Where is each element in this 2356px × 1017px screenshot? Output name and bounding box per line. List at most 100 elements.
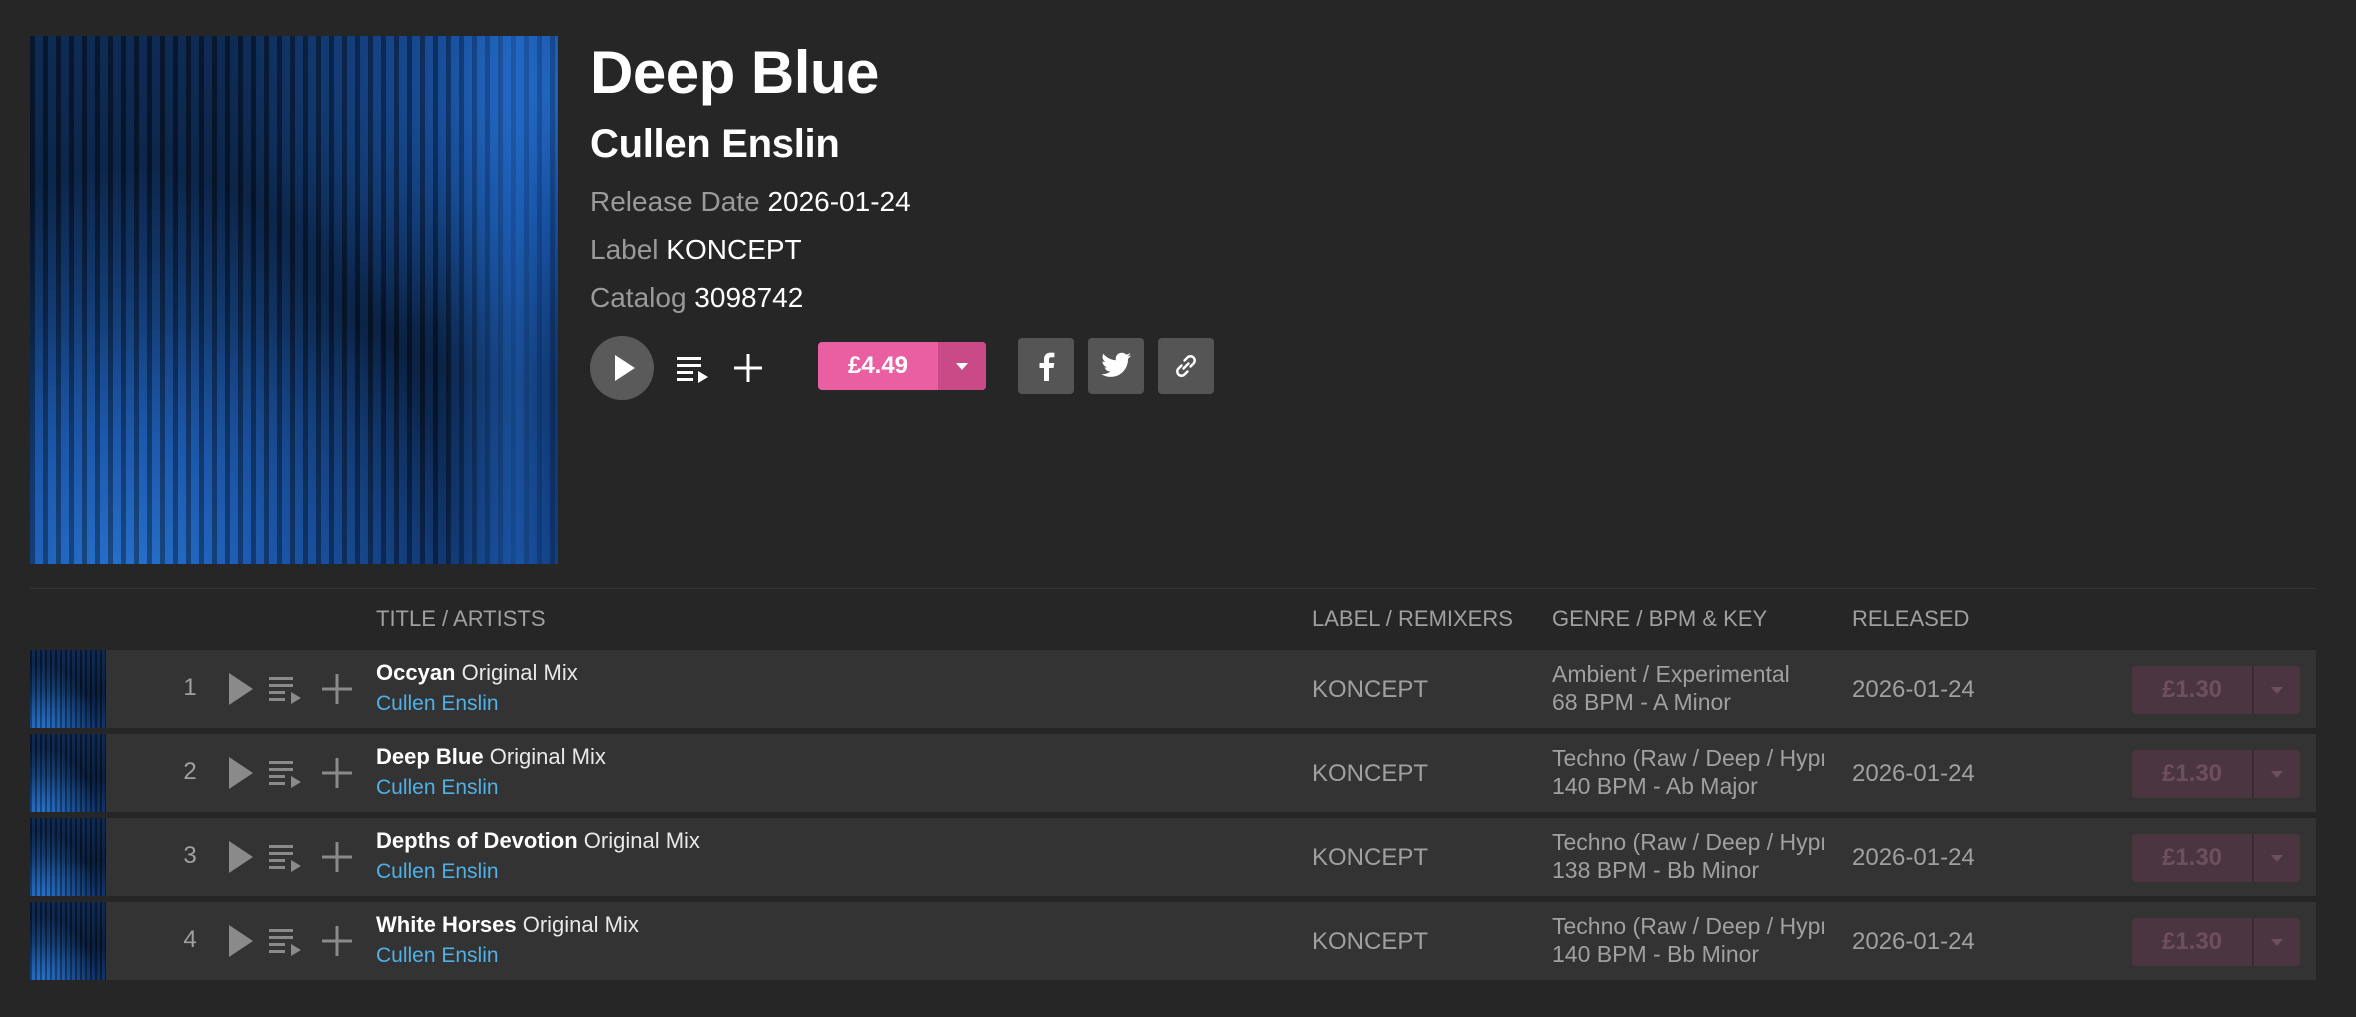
- track-genre-bpm-key: Ambient / Experimental 68 BPM - A Minor: [1552, 660, 1824, 716]
- add-to-queue-icon[interactable]: [268, 924, 304, 958]
- catalog-row: Catalog 3098742: [590, 282, 803, 314]
- chevron-down-icon[interactable]: [2252, 918, 2300, 966]
- share-facebook-button[interactable]: [1018, 338, 1074, 394]
- track-price: £1.30: [2161, 676, 2223, 703]
- add-to-queue-icon[interactable]: [268, 672, 304, 706]
- track-name: Occyan: [376, 660, 456, 685]
- copy-link-button[interactable]: [1158, 338, 1214, 394]
- twitter-icon: [1101, 352, 1131, 377]
- track-number: 1: [183, 674, 197, 701]
- section-divider: [30, 588, 2316, 589]
- add-to-queue-icon[interactable]: [676, 352, 710, 384]
- catalog-key: Catalog: [590, 282, 687, 313]
- label-key: Label: [590, 234, 659, 265]
- track-row[interactable]: 4 White Horses Original Mix Cullen Ensli…: [30, 902, 2316, 980]
- track-name: Deep Blue: [376, 744, 484, 769]
- track-price: £1.30: [2161, 760, 2223, 787]
- add-to-queue-icon[interactable]: [268, 756, 304, 790]
- chevron-down-icon[interactable]: [2252, 834, 2300, 882]
- track-label-link[interactable]: KONCEPT: [1312, 928, 1428, 956]
- buy-release-button[interactable]: £4.49: [818, 342, 986, 390]
- track-label-link[interactable]: KONCEPT: [1312, 760, 1428, 788]
- facebook-icon: [1039, 352, 1055, 381]
- track-released: 2026-01-24: [1852, 676, 1975, 703]
- buy-track-button[interactable]: £1.30: [2132, 834, 2300, 882]
- plus-icon[interactable]: [732, 352, 764, 384]
- buy-track-button[interactable]: £1.30: [2132, 666, 2300, 714]
- track-number: 3: [183, 842, 197, 869]
- track-number: 2: [183, 758, 197, 785]
- plus-icon[interactable]: [320, 840, 354, 874]
- track-number: 4: [183, 926, 197, 953]
- track-name: White Horses: [376, 912, 517, 937]
- track-genre-bpm-key: Techno (Raw / Deep / Hypnotic) 140 BPM -…: [1552, 912, 1824, 968]
- track-row[interactable]: 1 Occyan Original Mix Cullen Enslin KONC…: [30, 650, 2316, 728]
- chevron-down-icon[interactable]: [938, 342, 986, 390]
- track-mix: Original Mix: [583, 828, 700, 853]
- release-page: Deep Blue Cullen Enslin Release Date 202…: [0, 0, 2356, 1017]
- track-title[interactable]: Occyan Original Mix: [376, 660, 578, 686]
- track-genre-bpm-key: Techno (Raw / Deep / Hypnotic) 140 BPM -…: [1552, 744, 1824, 800]
- track-mix: Original Mix: [489, 744, 606, 769]
- plus-icon[interactable]: [320, 924, 354, 958]
- track-row[interactable]: 3 Depths of Devotion Original Mix Cullen…: [30, 818, 2316, 896]
- track-bpm-key: 140 BPM - Ab Major: [1552, 773, 1758, 799]
- track-artist-link[interactable]: Cullen Enslin: [376, 860, 499, 884]
- play-icon[interactable]: [222, 924, 254, 958]
- track-mix: Original Mix: [461, 660, 578, 685]
- track-title[interactable]: White Horses Original Mix: [376, 912, 639, 938]
- share-twitter-button[interactable]: [1088, 338, 1144, 394]
- track-mix: Original Mix: [522, 912, 639, 937]
- add-to-queue-icon[interactable]: [268, 840, 304, 874]
- track-genre-link[interactable]: Techno (Raw / Deep / Hypnotic): [1552, 744, 1824, 772]
- track-title[interactable]: Deep Blue Original Mix: [376, 744, 606, 770]
- track-row[interactable]: 2 Deep Blue Original Mix Cullen Enslin K…: [30, 734, 2316, 812]
- track-thumbnail[interactable]: [30, 734, 106, 812]
- track-genre-link[interactable]: Ambient / Experimental: [1552, 660, 1824, 688]
- track-table-header: TITLE / ARTISTS LABEL / REMIXERS GENRE /…: [0, 606, 2356, 636]
- track-bpm-key: 138 BPM - Bb Minor: [1552, 857, 1760, 883]
- track-artist-link[interactable]: Cullen Enslin: [376, 944, 499, 968]
- header-genre-bpm-key: GENRE / BPM & KEY: [1552, 606, 1768, 631]
- track-bpm-key: 140 BPM - Bb Minor: [1552, 941, 1760, 967]
- catalog-value: 3098742: [694, 282, 804, 313]
- track-bpm-key: 68 BPM - A Minor: [1552, 689, 1731, 715]
- link-icon: [1176, 355, 1196, 377]
- track-label-link[interactable]: KONCEPT: [1312, 676, 1428, 704]
- label-row: Label KONCEPT: [590, 234, 802, 266]
- play-icon[interactable]: [222, 672, 254, 706]
- track-artist-link[interactable]: Cullen Enslin: [376, 692, 499, 716]
- release-title: Deep Blue: [590, 39, 879, 106]
- release-date-key: Release Date: [590, 186, 760, 217]
- release-artist-link[interactable]: Cullen Enslin: [590, 122, 840, 167]
- track-released: 2026-01-24: [1852, 760, 1975, 787]
- play-icon[interactable]: [222, 756, 254, 790]
- plus-icon[interactable]: [320, 756, 354, 790]
- track-released: 2026-01-24: [1852, 844, 1975, 871]
- header-title-artists: TITLE / ARTISTS: [376, 606, 546, 631]
- track-genre-link[interactable]: Techno (Raw / Deep / Hypnotic): [1552, 912, 1824, 940]
- track-genre-link[interactable]: Techno (Raw / Deep / Hypnotic): [1552, 828, 1824, 856]
- track-label-link[interactable]: KONCEPT: [1312, 844, 1428, 872]
- track-thumbnail[interactable]: [30, 650, 106, 728]
- play-release-button[interactable]: [590, 336, 654, 400]
- release-cover-art: [30, 36, 558, 564]
- track-thumbnail[interactable]: [30, 818, 106, 896]
- track-genre-bpm-key: Techno (Raw / Deep / Hypnotic) 138 BPM -…: [1552, 828, 1824, 884]
- track-released: 2026-01-24: [1852, 928, 1975, 955]
- release-date-value: 2026-01-24: [767, 186, 911, 217]
- track-thumbnail[interactable]: [30, 902, 106, 980]
- buy-track-button[interactable]: £1.30: [2132, 918, 2300, 966]
- track-price: £1.30: [2161, 844, 2223, 871]
- play-icon[interactable]: [222, 840, 254, 874]
- chevron-down-icon[interactable]: [2252, 750, 2300, 798]
- track-title[interactable]: Depths of Devotion Original Mix: [376, 828, 700, 854]
- track-artist-link[interactable]: Cullen Enslin: [376, 776, 499, 800]
- label-link[interactable]: KONCEPT: [666, 234, 801, 265]
- header-label-remixers: LABEL / REMIXERS: [1312, 606, 1513, 631]
- chevron-down-icon[interactable]: [2252, 666, 2300, 714]
- track-name: Depths of Devotion: [376, 828, 578, 853]
- release-date-row: Release Date 2026-01-24: [590, 186, 911, 218]
- buy-track-button[interactable]: £1.30: [2132, 750, 2300, 798]
- plus-icon[interactable]: [320, 672, 354, 706]
